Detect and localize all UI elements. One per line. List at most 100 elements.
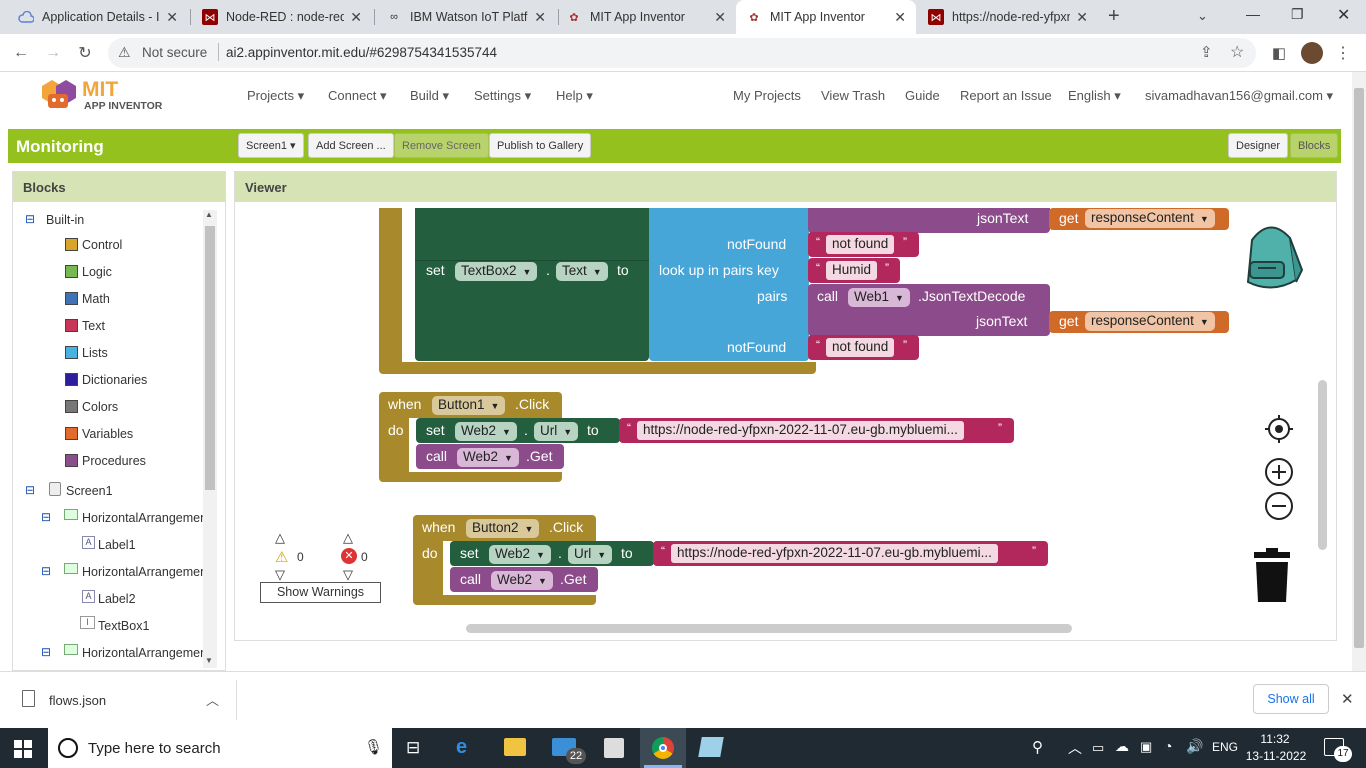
clock-time[interactable]: 11:32: [1250, 732, 1300, 746]
browser-tab[interactable]: ∞ IBM Watson IoT Platform✕: [376, 0, 556, 34]
error-down-arrow-icon[interactable]: ▽: [343, 567, 353, 583]
menu-help[interactable]: Help ▾: [556, 88, 593, 104]
tree-screen1[interactable]: Screen1: [66, 484, 113, 498]
set-block-outer[interactable]: [415, 208, 649, 361]
language-menu[interactable]: English ▾: [1068, 88, 1121, 104]
onedrive-icon[interactable]: ☁: [1115, 738, 1129, 755]
link-my-projects[interactable]: My Projects: [733, 88, 801, 103]
component-dropdown[interactable]: Web1 ▼: [848, 288, 910, 307]
back-icon[interactable]: ←: [8, 41, 34, 65]
close-tab-icon[interactable]: ✕: [1076, 9, 1088, 26]
tree-textbox1[interactable]: TextBox1: [98, 619, 149, 633]
forward-icon[interactable]: →: [40, 41, 66, 65]
taskbar-search-box[interactable]: Type here to search 🎙: [48, 728, 392, 768]
minimize-icon[interactable]: —: [1246, 6, 1260, 22]
menu-settings[interactable]: Settings ▾: [474, 88, 531, 104]
component-dropdown[interactable]: Web2 ▼: [455, 422, 517, 441]
profile-avatar[interactable]: [1301, 42, 1323, 64]
url-string-value[interactable]: https://node-red-yfpxn-2022-11-07.eu-gb.…: [671, 544, 998, 563]
zoom-out-icon[interactable]: [1264, 491, 1294, 521]
blocks-button[interactable]: Blocks: [1290, 133, 1339, 158]
browser-tab[interactable]: ⋈ Node-RED : node-red-yfpxn✕: [192, 0, 372, 34]
show-all-button[interactable]: Show all: [1253, 684, 1329, 714]
battery-icon[interactable]: ▭: [1092, 740, 1104, 756]
store-icon[interactable]: [604, 738, 624, 758]
volume-icon[interactable]: 🔊: [1186, 738, 1203, 755]
tree-harr2[interactable]: HorizontalArrangement2: [82, 565, 203, 579]
clock-date[interactable]: 13-11-2022: [1244, 749, 1308, 763]
builtin-category[interactable]: Text: [65, 319, 105, 333]
close-window-icon[interactable]: ✕: [1337, 5, 1350, 25]
tree-harr1[interactable]: HorizontalArrangement1: [82, 511, 203, 525]
bookmark-star-icon[interactable]: ☆: [1230, 42, 1244, 62]
link-guide[interactable]: Guide: [905, 88, 940, 103]
browser-tab[interactable]: ⋈ https://node-red-yfpxn ✕: [918, 0, 1098, 34]
add-screen-button[interactable]: Add Screen ...: [308, 133, 394, 158]
error-up-arrow-icon[interactable]: △: [343, 530, 353, 546]
warning-down-arrow-icon[interactable]: ▽: [275, 567, 285, 583]
collapse-toggle-icon[interactable]: ⊟: [41, 510, 51, 524]
blocks-tree-scrollbar[interactable]: ▲ ▼: [203, 210, 217, 668]
url-string-value[interactable]: https://node-red-yfpxn-2022-11-07.eu-gb.…: [637, 421, 964, 440]
backpack-icon[interactable]: [1238, 220, 1308, 292]
string-value[interactable]: Humid: [826, 261, 878, 280]
builtin-category[interactable]: Variables: [65, 427, 133, 441]
tree-harr3[interactable]: HorizontalArrangement3: [82, 646, 203, 660]
string-value[interactable]: not found: [826, 235, 895, 254]
remove-screen-button[interactable]: Remove Screen: [394, 133, 489, 158]
zoom-in-icon[interactable]: [1264, 457, 1294, 487]
chrome-taskbar-item[interactable]: [640, 728, 686, 768]
close-tab-icon[interactable]: ✕: [534, 9, 546, 26]
component-dropdown[interactable]: TextBox2 ▼: [455, 262, 538, 281]
restore-icon[interactable]: ❐: [1291, 6, 1304, 23]
microphone-icon[interactable]: 🎙: [364, 738, 383, 756]
reload-icon[interactable]: ↻: [72, 41, 98, 65]
close-tab-icon[interactable]: ✕: [714, 9, 726, 26]
builtin-category[interactable]: Lists: [65, 346, 108, 360]
workspace-v-scrollbar[interactable]: [1318, 380, 1327, 550]
collapse-toggle-icon[interactable]: ⊟: [41, 645, 51, 659]
close-tab-icon[interactable]: ✕: [894, 9, 906, 26]
new-tab-button[interactable]: +: [1108, 5, 1120, 28]
component-dropdown[interactable]: Button1 ▼: [432, 396, 506, 415]
meet-now-icon[interactable]: ▣: [1140, 739, 1152, 755]
browser-tab[interactable]: ✿ MIT App Inventor ✕: [556, 0, 736, 34]
collapse-toggle-icon[interactable]: ⊟: [25, 212, 35, 226]
builtin-category[interactable]: Logic: [65, 265, 112, 279]
show-warnings-button[interactable]: Show Warnings: [260, 582, 381, 603]
url-field[interactable]: ⚠ Not secure ai2.appinventor.mit.edu/#62…: [108, 38, 1256, 68]
property-dropdown[interactable]: Text ▼: [556, 262, 608, 281]
publish-gallery-button[interactable]: Publish to Gallery: [489, 133, 592, 158]
share-icon[interactable]: ⇪: [1200, 43, 1213, 61]
show-hidden-icons[interactable]: ︿: [1068, 738, 1082, 758]
close-tab-icon[interactable]: ✕: [350, 9, 362, 26]
windows-start-icon[interactable]: [14, 740, 32, 758]
component-dropdown[interactable]: Web2 ▼: [491, 571, 553, 590]
collapse-toggle-icon[interactable]: ⊟: [41, 564, 51, 578]
page-scrollbar[interactable]: [1352, 72, 1366, 671]
warning-up-arrow-icon[interactable]: △: [275, 530, 285, 546]
component-dropdown[interactable]: Web2 ▼: [457, 448, 519, 467]
collapse-toggle-icon[interactable]: ⊟: [25, 483, 35, 497]
builtin-category[interactable]: Control: [65, 238, 122, 252]
trash-icon[interactable]: [1250, 548, 1294, 604]
builtin-category[interactable]: Procedures: [65, 454, 146, 468]
menu-build[interactable]: Build ▾: [410, 88, 449, 104]
language-indicator[interactable]: ENG: [1212, 740, 1238, 754]
task-view-icon[interactable]: ⊟: [406, 738, 420, 758]
builtin-category[interactable]: Math: [65, 292, 110, 306]
builtin-category[interactable]: Dictionaries: [65, 373, 147, 387]
menu-projects[interactable]: Projects ▾: [247, 88, 304, 104]
blocks-workspace[interactable]: jsonText get responseContent ▼ notFound “…: [242, 208, 1329, 638]
designer-button[interactable]: Designer: [1228, 133, 1289, 158]
tree-label1[interactable]: Label1: [98, 538, 136, 552]
menu-connect[interactable]: Connect ▾: [328, 88, 387, 104]
file-explorer-icon[interactable]: [504, 738, 526, 756]
tree-label2[interactable]: Label2: [98, 592, 136, 606]
recenter-icon[interactable]: [1264, 414, 1294, 444]
workspace-h-scrollbar[interactable]: [466, 624, 1072, 633]
chevron-up-icon[interactable]: ︿: [206, 690, 219, 709]
account-menu[interactable]: sivamadhavan156@gmail.com ▾: [1145, 88, 1333, 104]
edge-icon[interactable]: e: [456, 736, 467, 759]
property-dropdown[interactable]: Url ▼: [534, 422, 579, 441]
